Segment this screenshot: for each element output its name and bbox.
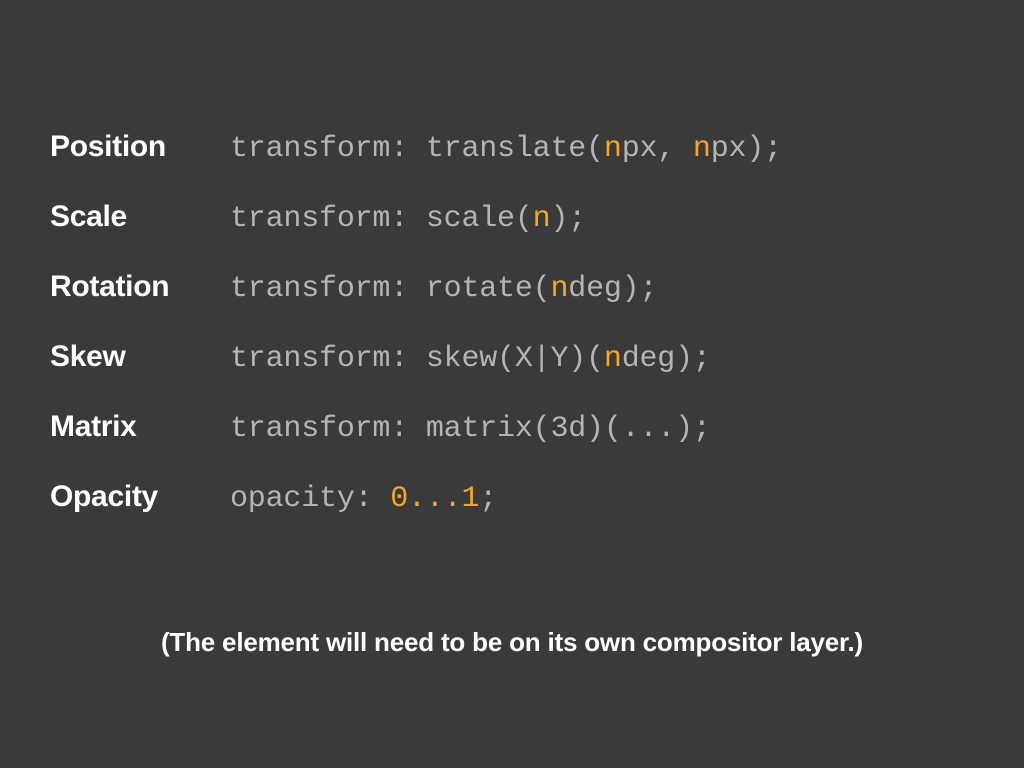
property-code: transform: scale(n);: [230, 202, 586, 236]
code-text: transform: scale(: [230, 202, 533, 236]
code-text: ;: [479, 482, 497, 516]
code-placeholder: n: [693, 132, 711, 166]
property-code: transform: skew(X|Y)(ndeg);: [230, 342, 711, 376]
property-label: Opacity: [50, 480, 230, 514]
code-text: transform: rotate(: [230, 272, 550, 306]
property-label: Position: [50, 130, 230, 164]
code-placeholder: n: [550, 272, 568, 306]
code-placeholder: 0...1: [390, 482, 479, 516]
code-text: transform: skew(X|Y)(: [230, 342, 604, 376]
property-rows: Positiontransform: translate(npx, npx);S…: [50, 130, 974, 516]
property-code: transform: rotate(ndeg);: [230, 272, 657, 306]
slide: Positiontransform: translate(npx, npx);S…: [0, 0, 1024, 768]
property-row: Rotationtransform: rotate(ndeg);: [50, 270, 974, 306]
code-text: opacity:: [230, 482, 390, 516]
property-row: Positiontransform: translate(npx, npx);: [50, 130, 974, 166]
code-text: deg);: [568, 272, 657, 306]
property-row: Skewtransform: skew(X|Y)(ndeg);: [50, 340, 974, 376]
code-text: deg);: [622, 342, 711, 376]
property-label: Scale: [50, 200, 230, 234]
code-text: px);: [711, 132, 782, 166]
property-label: Matrix: [50, 410, 230, 444]
property-row: Opacityopacity: 0...1;: [50, 480, 974, 516]
property-code: transform: translate(npx, npx);: [230, 132, 782, 166]
property-code: transform: matrix(3d)(...);: [230, 412, 711, 446]
property-code: opacity: 0...1;: [230, 482, 497, 516]
code-placeholder: n: [604, 132, 622, 166]
code-placeholder: n: [533, 202, 551, 236]
property-label: Rotation: [50, 270, 230, 304]
code-text: transform: matrix(3d)(...);: [230, 412, 711, 446]
code-text: );: [550, 202, 586, 236]
property-row: Matrixtransform: matrix(3d)(...);: [50, 410, 974, 446]
footnote: (The element will need to be on its own …: [0, 627, 1024, 658]
property-row: Scaletransform: scale(n);: [50, 200, 974, 236]
code-text: px,: [622, 132, 693, 166]
code-placeholder: n: [604, 342, 622, 376]
property-label: Skew: [50, 340, 230, 374]
code-text: transform: translate(: [230, 132, 604, 166]
